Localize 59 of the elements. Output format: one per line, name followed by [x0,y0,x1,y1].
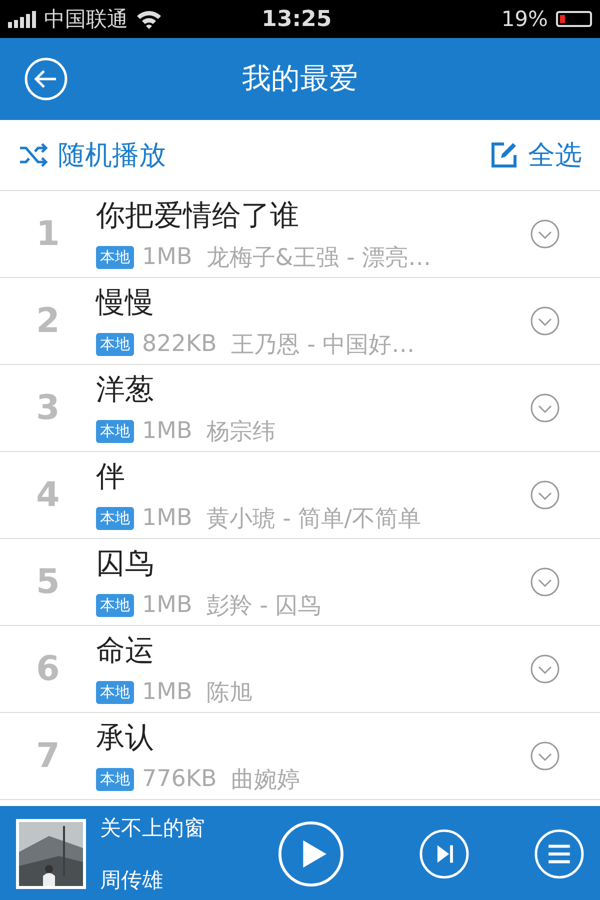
song-title[interactable]: 伴 [96,456,530,496]
local-badge: 本地 [96,332,134,356]
battery-level: 19% [501,7,548,31]
page-title: 我的最爱 [241,60,359,97]
file-size: 822KB [142,331,217,357]
track-number: 7 [35,736,61,776]
local-badge: 本地 [96,506,134,530]
next-track-button[interactable] [419,828,470,880]
track-number: 1 [35,214,61,254]
artist-album: 彭羚 - 囚鸟 [206,592,322,620]
edit-icon [490,141,518,169]
shuffle-button[interactable]: 随机播放 [18,137,166,173]
now-playing-artist: 周传雄 [100,866,164,894]
playlist-button[interactable] [534,828,584,880]
file-size: 1MB [142,244,192,270]
carrier-name: 中国联通 [44,6,128,33]
artist-album: 曲婉婷 [230,766,300,794]
chevron-icon[interactable] [530,654,560,684]
chevron-icon[interactable] [530,306,560,336]
local-badge: 本地 [96,594,134,616]
artist-album: 陈旭 [206,678,252,708]
track-number: 4 [35,475,61,515]
back-icon[interactable] [24,57,68,101]
song-title[interactable]: 命运 [96,630,530,670]
now-playing-title: 关不上的窗 [100,814,206,842]
artist-album: 杨宗纬 [206,418,276,446]
chevron-icon[interactable] [530,219,560,249]
song-title[interactable]: 囚鸟 [96,544,530,584]
file-size: 1MB [142,679,192,705]
song-title[interactable]: 洋葱 [96,370,530,410]
play-button[interactable] [277,818,346,888]
clock-time: 13:25 [260,6,333,32]
shuffle-icon [18,142,48,168]
file-size: 1MB [142,505,192,531]
chevron-icon[interactable] [530,393,560,423]
local-badge: 本地 [96,680,134,704]
artist-album: 龙梅子&王强 - 漂亮… [206,244,432,272]
file-size: 776KB [142,766,217,792]
select-all-button[interactable]: 全选 [490,137,582,173]
song-title[interactable]: 承认 [96,718,530,758]
chevron-icon[interactable] [530,567,560,597]
song-title[interactable]: 你把爱情给了谁 [96,196,530,236]
track-number: 3 [35,388,61,428]
wifi-icon [136,9,162,29]
local-badge: 本地 [96,420,134,442]
battery-icon [556,11,592,27]
local-badge: 本地 [96,768,134,790]
track-number: 6 [35,649,61,689]
file-size: 1MB [142,418,192,444]
local-badge: 本地 [96,246,134,268]
track-number: 2 [35,301,61,341]
file-size: 1MB [142,592,192,618]
artist-album: 王乃恩 - 中国好… [230,330,415,360]
artist-album: 黄小琥 - 简单/不简单 [206,504,421,534]
signal-icon [8,10,36,28]
song-title[interactable]: 慢慢 [96,282,530,322]
track-number: 5 [35,562,61,602]
chevron-icon[interactable] [530,741,560,771]
chevron-icon[interactable] [530,480,560,510]
